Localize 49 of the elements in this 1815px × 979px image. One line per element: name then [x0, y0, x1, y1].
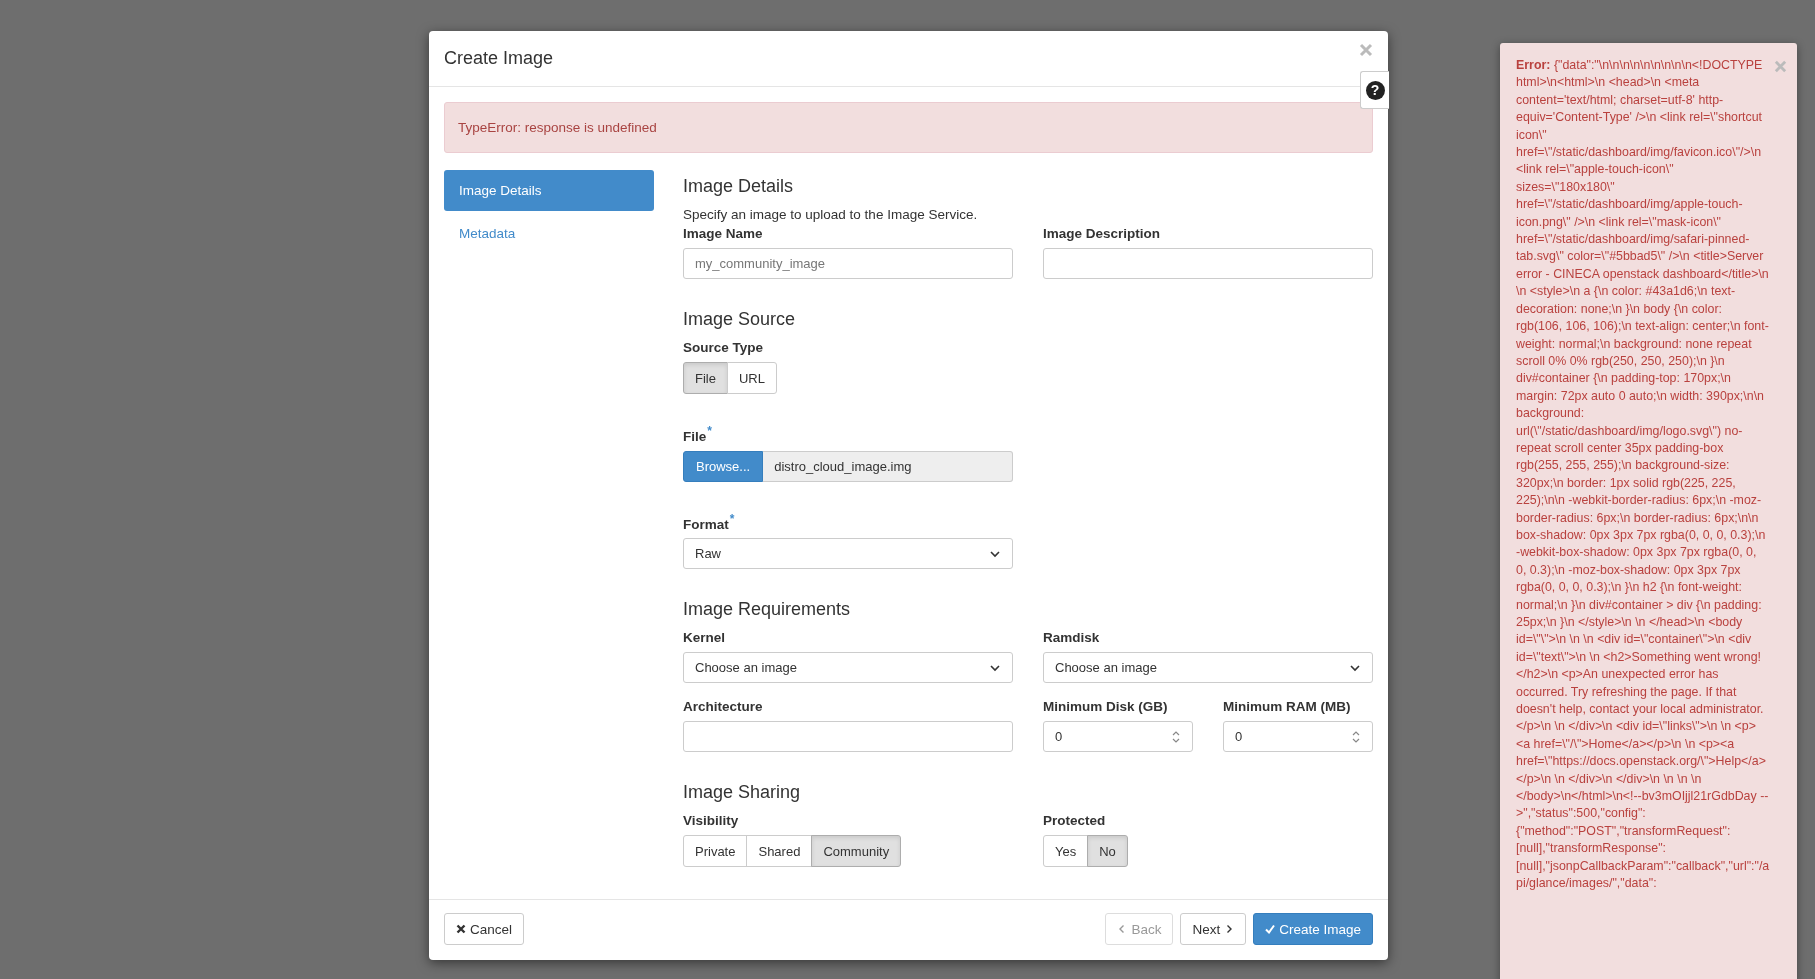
input-field[interactable] — [683, 721, 1013, 752]
field-label: Minimum Disk (GB) — [1043, 699, 1169, 714]
field-label: Kernel — [683, 630, 727, 645]
number-field[interactable]: 0 — [1223, 721, 1373, 752]
next-button[interactable]: Next — [1180, 913, 1247, 945]
close-icon — [456, 924, 466, 934]
field-label: File$^{*}$ — [683, 424, 713, 444]
section-heading: Image Details — [683, 176, 795, 197]
cancel-button[interactable]: Cancel — [444, 913, 525, 945]
select-field[interactable]: Raw — [683, 538, 1013, 569]
number-field[interactable]: 0 — [1043, 721, 1193, 752]
toggle-option[interactable]: No — [1087, 835, 1128, 867]
wizard-step[interactable]: Image Details — [444, 170, 654, 211]
close-icon[interactable] — [1359, 43, 1373, 57]
field-label: Architecture — [683, 699, 764, 714]
error-alert: TypeError: response is undefined — [444, 102, 1373, 153]
section-heading: Image Sharing — [683, 782, 802, 803]
field-label: Visibility — [683, 813, 740, 828]
toggle-option[interactable]: Shared — [746, 835, 813, 867]
toggle-option[interactable]: Community — [811, 835, 902, 867]
toggle-option[interactable]: Yes — [1043, 835, 1089, 867]
error-message: Error: {"data":"\n\n\n\n\n\n\n\n\n<!DOCTYPE html>\n<html>\n <head>\n <meta content='text/html; charset=utf-8' http-equiv='Content-Type' />\n <link rel=\"shortcut icon\" href=\"/static/dashboard/img/favicon.ico\"/>\n <link rel=\"apple-touch-icon\" sizes=\"180x180\" href=\"/static/dashboard/img/apple-touch-icon.png\" />\n <link rel=\"mask-icon\" href=\"/static/dashboard/img/safari-pinned-tab.svg\" color=\"#5bbad5\" />\n <title>Server error - CINECA openstack dashboard</title>\n \n <style>\n a {\n color: #43a1d6;\n text-decoration: none;\n }\n body {\n color: rgb(106, 106, 106);\n text-align: center;\n font-weight: normal;\n background: none repeat scroll 0% 0% rgb(250, 250, 250);\n }\n div#container {\n padding-top: 170px;\n margin: 72px auto 0 auto;\n width: 390px;\n\n background: url(\"/static/dashboard/img/logo.svg\") no-repeat scroll center 35px padding-box rgb(255, 255, 255);\n background-size: 320px;\n border: 1px solid rgb(225, 225, 225);\n\n -webkit-border-radius: 6px;\n -moz-border-radius: 6px;\n border-radius: 6px;\n\n box-shadow: 0px 3px 7px rgba(0, 0, 0, 0.3);\n -webkit-box-shadow: 0px 3px 7px rgba(0, 0, 0, 0.3);\n -moz-box-shadow: 0px 3px 7px rgba(0, 0, 0, 0.3);\n }\n h2 {\n font-weight: normal;\n }\n div#container > div {\n padding: 25px;\n }\n </style>\n \n </head>\n <body id=\"\">\n \n \n <div id=\"container\">\n <div id=\"text\">\n \n <h2>Something went wrong!</h2>\n <p>An unexpected error has occurred. Try refreshing the page. If that doesn't help, contact your local administrator.</p>\n \n </div>\n <div id=\"links\">\n \n <p><a href=\"/\">Home</a></p>\n \n <p><a href=\"https://docs.openstack.org/\">Help</a></p>\n \n </div>\n </div>\n \n \n \n </body>\n</html>\n<!--bv3mOIjjl21rGdbDay -->","status":500,"config":{"method":"POST","transformRequest":[null],"transformResponse":[null],"jsonpCallbackParam":"callback","url":"/api/glance/images/","data": — [1516, 57, 1770, 893]
create-image-button[interactable]: Create Image — [1253, 913, 1373, 945]
select-field[interactable]: Choose an image — [1043, 652, 1373, 683]
select-field[interactable]: Choose an image — [683, 652, 1013, 683]
toggle-option[interactable]: Private — [683, 835, 748, 867]
field-label: Image Description — [1043, 226, 1162, 241]
input-field[interactable] — [1043, 248, 1373, 279]
help-button[interactable]: ? — [1360, 71, 1389, 109]
field-label: Protected — [1043, 813, 1107, 828]
input-field[interactable]: my_community_image — [683, 248, 1013, 279]
file-name-field: distro_cloud_image.img — [763, 450, 1013, 482]
wizard-step[interactable]: Metadata — [444, 213, 654, 254]
section-heading: Image Source — [683, 309, 797, 330]
spinner-arrows-icon — [1171, 729, 1181, 744]
section-description: Specify an image to upload to the Image Service. — [683, 207, 979, 222]
close-icon[interactable] — [1774, 60, 1787, 73]
spinner-arrows-icon — [1351, 729, 1361, 744]
field-label: Format$^{*}$ — [683, 511, 736, 531]
section-heading: Image Requirements — [683, 599, 852, 620]
check-icon — [1265, 924, 1276, 934]
field-label: Image Name — [683, 226, 764, 241]
field-label: Source Type — [683, 340, 765, 355]
field-label: Ramdisk — [1043, 630, 1101, 645]
toggle-option[interactable]: File — [683, 362, 728, 394]
field-label: Minimum RAM (MB) — [1223, 699, 1352, 714]
browse-button[interactable]: Browse... — [683, 450, 764, 482]
toggle-option[interactable]: URL — [726, 362, 777, 394]
dialog-title: Create Image — [444, 48, 554, 69]
